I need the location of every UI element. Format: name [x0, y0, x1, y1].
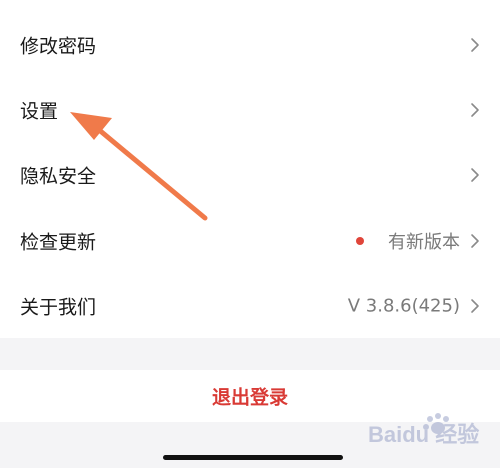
- menu-item-label: 修改密码: [20, 35, 97, 57]
- watermark-text: Baidu 经验: [368, 422, 479, 447]
- section-divider: [0, 338, 500, 370]
- chevron-right-icon: [471, 37, 479, 52]
- chevron-right-icon: [471, 233, 479, 248]
- chevron-right-icon: [471, 102, 479, 117]
- menu-item-check-update[interactable]: 检查更新 有新版本: [0, 208, 500, 273]
- logout-label: 退出登录: [211, 386, 288, 409]
- menu-item-label: 设置: [20, 100, 59, 122]
- home-indicator: [163, 455, 343, 460]
- chevron-right-icon: [471, 167, 479, 182]
- menu-item-about-us[interactable]: 关于我们 V 3.8.6(425): [0, 273, 500, 338]
- menu-item-change-password[interactable]: 修改密码: [0, 12, 500, 77]
- logout-button[interactable]: 退出登录: [0, 370, 500, 422]
- settings-list: 修改密码 设置 隐私安全 检查更新 有新版本 关于我们 V 3.8.6(425): [0, 0, 500, 338]
- menu-item-label: 关于我们: [20, 296, 97, 318]
- update-status-text: 有新版本: [388, 231, 460, 253]
- menu-item-label: 检查更新: [20, 231, 97, 253]
- chevron-right-icon: [471, 298, 479, 313]
- app-version-text: V 3.8.6(425): [347, 295, 460, 316]
- menu-item-settings[interactable]: 设置: [0, 77, 500, 142]
- menu-item-privacy-security[interactable]: 隐私安全: [0, 142, 500, 207]
- menu-item-label: 隐私安全: [20, 165, 97, 187]
- update-badge-dot: [356, 236, 364, 245]
